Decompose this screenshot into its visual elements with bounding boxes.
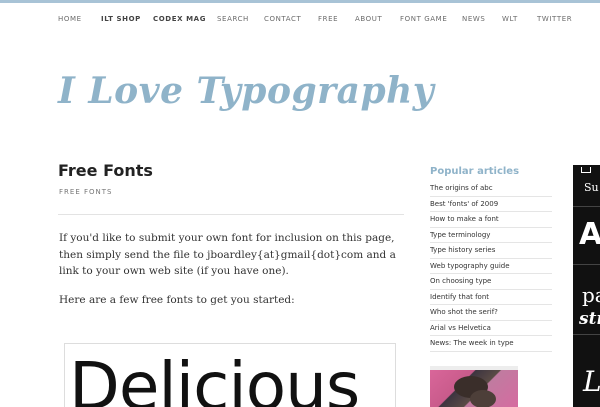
rail-glyph: L	[583, 365, 600, 398]
nav-about[interactable]: ABOUT	[355, 12, 382, 26]
divider	[58, 214, 404, 215]
sidebar-promo-image[interactable]	[430, 366, 518, 407]
intro-paragraph-2: Here are a few free fonts to get you sta…	[59, 294, 295, 306]
nav-contact[interactable]: CONTACT	[264, 12, 301, 26]
sidebar-link-week-in-type[interactable]: News: The week in type	[430, 336, 552, 352]
font-preview-text: Delicious	[69, 348, 360, 407]
rail-block: pa str	[573, 265, 600, 335]
sidebar-title: Popular articles	[430, 166, 520, 177]
nav-codex-mag[interactable]: CODEX MAG	[153, 12, 206, 26]
sidebar-link-web-typography[interactable]: Web typography guide	[430, 259, 552, 274]
top-accent-bar	[0, 0, 600, 3]
rail-block: Su	[573, 165, 600, 207]
sidebar-link-make-a-font[interactable]: How to make a font	[430, 212, 552, 228]
font-preview-image[interactable]: Delicious	[64, 343, 396, 407]
rail-shape-icon	[581, 167, 591, 173]
sidebar-link-choosing-type[interactable]: On choosing type	[430, 274, 552, 290]
nav-home[interactable]: HOME	[58, 12, 82, 26]
breadcrumb: FREE FONTS	[59, 188, 113, 196]
nav-free[interactable]: FREE	[318, 12, 338, 26]
nav-twitter[interactable]: TWITTER	[537, 12, 572, 26]
page-title: Free Fonts	[58, 161, 153, 180]
site-logo[interactable]: I Love Typography	[58, 70, 434, 112]
nav-search[interactable]: SEARCH	[217, 12, 249, 26]
sidebar-link-best-fonts-2009[interactable]: Best 'fonts' of 2009	[430, 197, 552, 212]
side-ad-rail[interactable]: Su A pa str L	[573, 165, 600, 407]
rail-glyph: Su	[584, 181, 599, 194]
sidebar-link-identify-font[interactable]: Identify that font	[430, 290, 552, 305]
intro-paragraph: If you'd like to submit your own font fo…	[59, 232, 396, 277]
sidebar-link-type-history[interactable]: Type history series	[430, 243, 552, 259]
popular-articles-list: The origins of abc Best 'fonts' of 2009 …	[430, 181, 552, 352]
rail-block: A	[573, 207, 600, 265]
sidebar-link-type-terminology[interactable]: Type terminology	[430, 228, 552, 243]
rail-block: L	[573, 335, 600, 407]
nav-ilt-shop[interactable]: ILT SHOP	[101, 12, 141, 26]
promo-image-art	[430, 370, 518, 407]
sidebar-link-origins-of-abc[interactable]: The origins of abc	[430, 181, 552, 197]
promo-image-shape	[470, 390, 496, 407]
rail-glyph: pa	[582, 283, 600, 307]
nav-font-game[interactable]: FONT GAME	[400, 12, 447, 26]
nav-wlt[interactable]: WLT	[502, 12, 518, 26]
rail-glyph: A	[579, 217, 600, 252]
nav-news[interactable]: NEWS	[462, 12, 485, 26]
rail-glyph: str	[579, 309, 600, 329]
sidebar-link-who-shot-serif[interactable]: Who shot the serif?	[430, 305, 552, 321]
sidebar-link-arial-vs-helvetica[interactable]: Arial vs Helvetica	[430, 321, 552, 336]
main-navigation: HOME ILT SHOP CODEX MAG SEARCH CONTACT F…	[0, 12, 600, 26]
